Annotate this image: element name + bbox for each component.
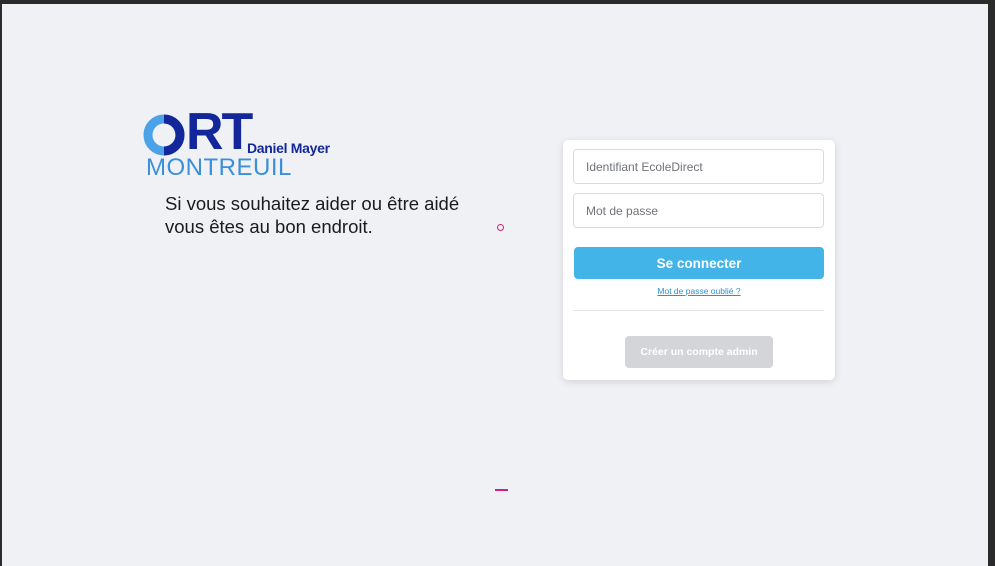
tagline-line-1: Si vous souhaitez aider ou être aidé: [165, 193, 460, 214]
identifier-input[interactable]: [573, 149, 824, 184]
logo-city: MONTREUIL: [146, 154, 292, 181]
page-canvas: [2, 4, 988, 566]
window-edge: [988, 0, 995, 566]
tagline: Si vous souhaitez aider ou être aidé vou…: [165, 192, 495, 238]
divider: [573, 310, 824, 311]
create-admin-button[interactable]: Créer un compte admin: [625, 336, 773, 368]
ort-logo: RT Daniel Mayer MONTREUIL: [143, 106, 363, 182]
circle-marker-icon: [497, 224, 504, 231]
password-input[interactable]: [573, 193, 824, 228]
login-button[interactable]: Se connecter: [574, 247, 824, 279]
logo-o-ring-icon: [143, 114, 185, 156]
logo-letters: RT: [186, 103, 253, 161]
tagline-line-2: vous êtes au bon endroit.: [165, 216, 373, 237]
dash-marker-icon: [495, 489, 508, 491]
forgot-password-link[interactable]: Mot de passe oublié ?: [563, 286, 835, 296]
login-card: Se connecter Mot de passe oublié ? Créer…: [563, 140, 835, 380]
window-frame: RT Daniel Mayer MONTREUIL Si vous souhai…: [0, 0, 995, 566]
